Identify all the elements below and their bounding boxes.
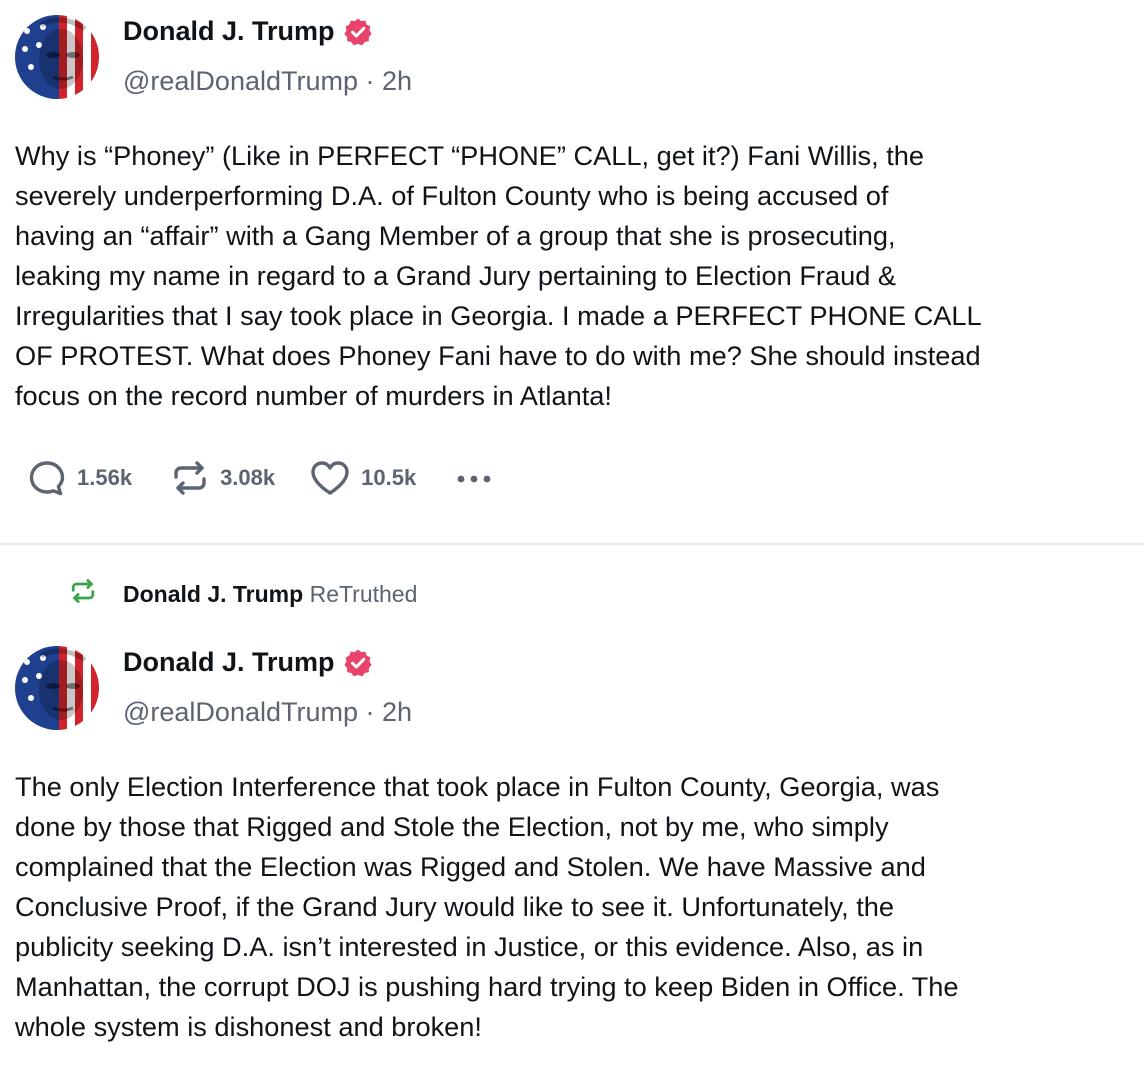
more-options-button[interactable] bbox=[454, 458, 494, 498]
post-body-line: Irregularities that I say took place in … bbox=[15, 300, 982, 331]
retruth-arrows-icon bbox=[170, 458, 210, 498]
author-avatar[interactable] bbox=[15, 646, 99, 730]
post-body: Why is “Phoney” (Like in PERFECT “PHONE”… bbox=[15, 136, 1135, 416]
author-avatar[interactable] bbox=[15, 15, 99, 99]
post-body-line: complained that the Election was Rigged … bbox=[15, 851, 926, 882]
post-body-line: OF PROTEST. What does Phoney Fani have t… bbox=[15, 340, 981, 371]
author-handle[interactable]: @realDonaldTrump bbox=[123, 697, 358, 727]
post-body-line: The only Election Interference that took… bbox=[15, 771, 940, 802]
post-body-line: publicity seeking D.A. isn’t interested … bbox=[15, 931, 924, 962]
like-button[interactable]: 10.5k bbox=[309, 458, 416, 498]
meta-separator: · bbox=[365, 66, 383, 96]
retruth-arrows-icon bbox=[69, 576, 97, 612]
post-body-line: Conclusive Proof, if the Grand Jury woul… bbox=[15, 891, 894, 922]
retruth-count: 3.08k bbox=[220, 465, 276, 490]
post-meta: @realDonaldTrump · 2h bbox=[123, 66, 412, 97]
post-body-line: Why is “Phoney” (Like in PERFECT “PHONE”… bbox=[15, 140, 925, 171]
post-time[interactable]: 2h bbox=[382, 697, 412, 727]
post-time[interactable]: 2h bbox=[382, 66, 412, 96]
author-name[interactable]: Donald J. Trump bbox=[123, 647, 335, 678]
post-body: The only Election Interference that took… bbox=[15, 767, 1135, 1047]
verified-badge-icon bbox=[343, 648, 373, 678]
retruth-label: ReTruthed bbox=[309, 580, 418, 607]
post-body-line: having an “affair” with a Gang Member of… bbox=[15, 220, 896, 251]
post-body-line: focus on the record number of murders in… bbox=[15, 380, 612, 411]
post-body-line: Manhattan, the corrupt DOJ is pushing ha… bbox=[15, 971, 959, 1002]
post-body-line: leaking my name in regard to a Grand Jur… bbox=[15, 260, 897, 291]
retruth-banner: Donald J. Trump ReTruthed bbox=[69, 576, 417, 612]
meta-separator: · bbox=[365, 697, 383, 727]
post-body-line: done by those that Rigged and Stole the … bbox=[15, 811, 889, 842]
verified-badge-icon bbox=[343, 17, 373, 47]
retruth-button[interactable]: 3.08k bbox=[170, 458, 275, 498]
retruth-author-name[interactable]: Donald J. Trump bbox=[123, 581, 303, 607]
reply-count: 1.56k bbox=[77, 465, 133, 490]
speech-bubble-icon bbox=[27, 458, 67, 498]
post-actions: 1.56k 3.08k 10.5k bbox=[27, 456, 494, 500]
like-count: 10.5k bbox=[361, 465, 417, 490]
author-name[interactable]: Donald J. Trump bbox=[123, 16, 335, 47]
reply-button[interactable]: 1.56k bbox=[27, 458, 132, 498]
more-dots-icon bbox=[454, 458, 494, 498]
post-meta: @realDonaldTrump · 2h bbox=[123, 697, 412, 728]
post-body-line: whole system is dishonest and broken! bbox=[15, 1011, 482, 1042]
post-divider bbox=[0, 543, 1144, 545]
author-handle[interactable]: @realDonaldTrump bbox=[123, 66, 358, 96]
heart-icon bbox=[309, 458, 351, 498]
post-body-line: severely underperforming D.A. of Fulton … bbox=[15, 180, 889, 211]
